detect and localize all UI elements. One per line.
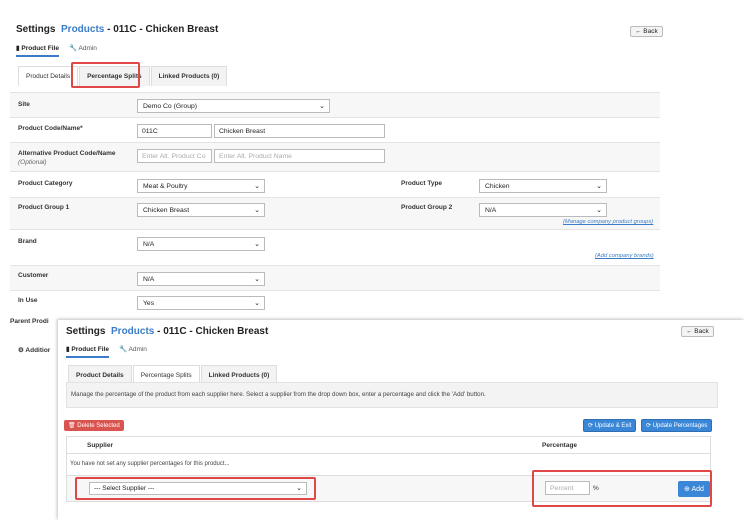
file-icon: ▮ [16,45,20,52]
customer-label: Customer [18,272,49,279]
product-title: - 011C - Chicken Breast [157,326,269,337]
refresh-icon: ⟳ [588,423,594,429]
products-link[interactable]: Products [61,24,104,35]
type-select[interactable]: Chicken ⌄ [479,179,607,193]
add-brands-link[interactable]: (Add company brands) [595,253,654,259]
update-exit-button[interactable]: ⟳ Update & Exit [583,419,637,432]
tab-product-details[interactable]: Product Details [18,66,79,86]
back-button[interactable]: ← Back [630,26,663,37]
alt-code-input[interactable]: Enter Alt. Product Co [137,149,212,163]
product-file-tab[interactable]: ▮ Product File [16,44,59,57]
group1-select[interactable]: Chicken Breast ⌄ [137,203,265,217]
category-label: Product Category [18,180,73,187]
percentage-splits-screen: Settings Products - 011C - Chicken Breas… [58,320,744,520]
product-code-label: Product Code/Name* [18,125,83,132]
chevron-down-icon: ⌄ [254,207,260,214]
product-code-row: Product Code/Name* 011C Chicken Breast [10,117,660,142]
additional-section-label: ⚙ Additior [18,347,51,354]
chevron-down-icon: ⌄ [254,183,260,190]
delete-selected-button[interactable]: 🗑 Delete Selected [64,420,124,431]
wrench-icon: 🔧 [68,45,78,52]
brand-select[interactable]: N/A ⌄ [137,237,265,251]
sub-navigation: ▮ Product File 🔧 Admin [16,44,97,57]
chevron-down-icon: ⌄ [254,300,260,307]
manage-groups-link[interactable]: (Manage company product groups) [563,219,653,225]
alt-code-row: Alternative Product Code/Name (Optional) … [10,142,660,171]
settings-title: Settings [16,24,56,35]
brand-label: Brand [18,238,37,245]
chevron-down-icon: ⌄ [254,241,260,248]
supplier-column-header: Supplier [87,442,114,449]
in-use-row: In Use Yes ⌄ [10,290,660,316]
product-code-input[interactable]: 011C [137,124,212,138]
customer-select[interactable]: N/A ⌄ [137,272,265,286]
percentage-column-header: Percentage [542,442,578,449]
tab-linked-products[interactable]: Linked Products (0) [150,66,228,86]
chevron-down-icon: ⌄ [596,207,602,214]
settings-title: Settings [66,326,106,337]
trash-icon: 🗑 [68,423,76,429]
highlight-box-percentage [532,470,712,507]
product-settings-screen: Settings Products - 011C - Chicken Breas… [0,0,744,360]
chevron-down-icon: ⌄ [596,183,602,190]
group2-select[interactable]: N/A ⌄ [479,203,607,217]
gear-icon: ⚙ [18,347,24,354]
highlight-box-supplier [75,477,316,500]
site-label: Site [18,101,30,108]
product-title: - 011C - Chicken Breast [107,24,219,35]
customer-row: Customer N/A ⌄ [10,265,660,290]
sub-navigation: ▮ Product File 🔧 Admin [66,345,147,358]
info-panel: Manage the percentage of the product fro… [66,382,718,408]
site-select[interactable]: Demo Co (Group) ⌄ [137,99,330,113]
in-use-label: In Use [18,297,38,304]
update-percentages-button[interactable]: ⟳ Update Percentages [641,419,713,432]
category-select[interactable]: Meat & Poultry ⌄ [137,179,265,193]
wrench-icon: 🔧 [118,346,128,353]
alt-name-input[interactable]: Enter Alt. Product Name [214,149,385,163]
in-use-select[interactable]: Yes ⌄ [137,296,265,310]
chevron-down-icon: ⌄ [319,103,325,110]
category-row: Product Category Meat & Poultry ⌄ Product… [10,171,660,197]
products-link[interactable]: Products [111,326,154,337]
file-icon: ▮ [66,346,70,353]
product-file-tab[interactable]: ▮ Product File [66,345,109,358]
admin-tab[interactable]: 🔧 Admin [119,345,147,358]
chevron-down-icon: ⌄ [254,276,260,283]
group-row: Product Group 1 Chicken Breast ⌄ Product … [10,197,660,229]
refresh-icon: ⟳ [646,423,652,429]
type-label: Product Type [401,180,443,187]
highlight-box [71,62,140,88]
brand-row: Brand N/A ⌄ (Add company brands) [10,229,660,265]
supplier-table-header: Supplier Percentage [66,436,711,454]
product-name-input[interactable]: Chicken Breast [214,124,385,138]
site-row: Site Demo Co (Group) ⌄ [10,92,660,117]
group2-label: Product Group 2 [401,204,453,211]
page-title: Settings Products - 011C - Chicken Breas… [16,24,218,35]
back-button[interactable]: ← Back [681,326,714,337]
group1-label: Product Group 1 [18,204,70,211]
page-title: Settings Products - 011C - Chicken Breas… [66,326,268,337]
admin-tab[interactable]: 🔧 Admin [69,44,97,57]
alt-code-label: Alternative Product Code/Name (Optional) [18,150,116,166]
parent-product-label: Parent Prodi [10,318,49,325]
